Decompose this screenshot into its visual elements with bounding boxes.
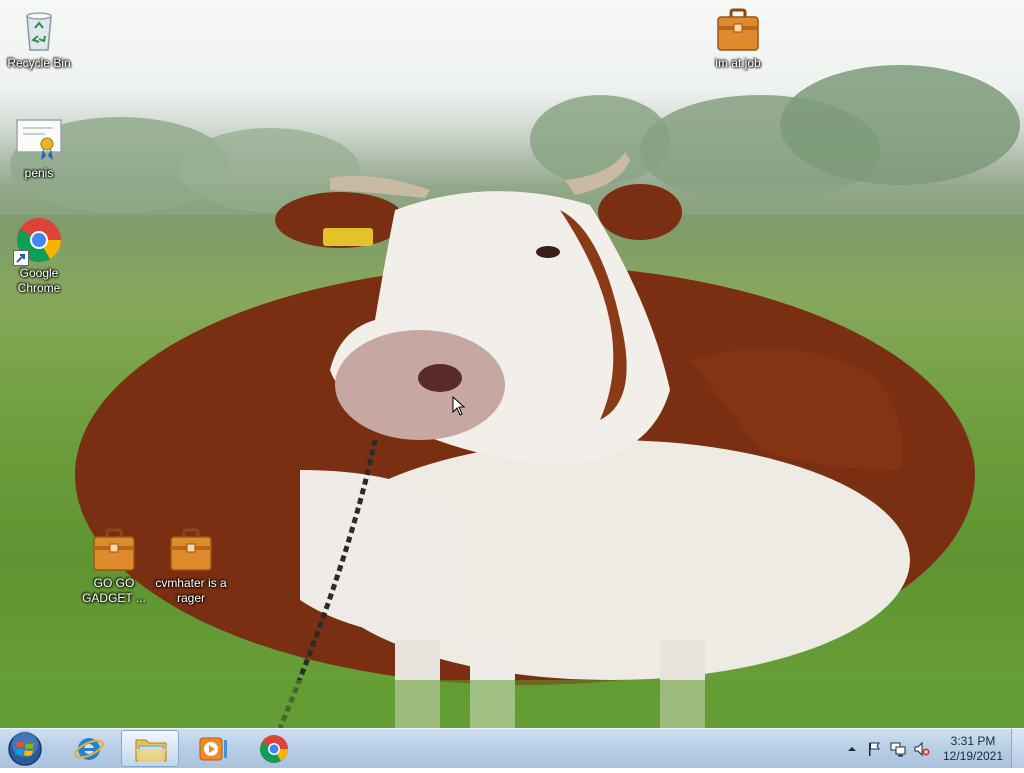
wallpaper-cow xyxy=(75,152,975,728)
volume-muted-icon xyxy=(914,741,930,757)
briefcase-icon xyxy=(90,526,138,574)
clock-date: 12/19/2021 xyxy=(942,749,1004,763)
desktop[interactable]: Recycle Bin penis Google Chrome im at jo… xyxy=(0,0,1024,728)
network-icon xyxy=(890,742,906,757)
taskbar: 3:31 PM 12/19/2021 xyxy=(0,728,1024,768)
taskbar-google-chrome[interactable] xyxy=(245,730,303,767)
taskbar-internet-explorer[interactable] xyxy=(60,730,118,767)
desktop-icon-label: cvmhater is a rager xyxy=(155,576,227,605)
show-desktop-button[interactable] xyxy=(1011,729,1024,768)
mouse-cursor-icon xyxy=(452,396,466,416)
clock-time: 3:31 PM xyxy=(950,734,996,748)
taskbar-windows-media-player[interactable] xyxy=(182,730,240,767)
chrome-icon xyxy=(13,216,63,266)
show-hidden-icons-arrow-icon xyxy=(848,747,856,751)
action-center-tray-icon[interactable] xyxy=(866,741,882,757)
taskbar-windows-explorer[interactable] xyxy=(121,730,179,767)
show-hidden-icons-button[interactable] xyxy=(844,741,860,757)
desktop-icon-label: im at job xyxy=(715,56,761,70)
desktop-icon-go-go-gadget[interactable]: GO GO GADGET ... xyxy=(76,526,152,606)
desktop-icon-im-at-job[interactable]: im at job xyxy=(700,6,776,71)
wallpaper-cow-image xyxy=(0,65,1024,728)
desktop-icon-label: Recycle Bin xyxy=(7,56,71,70)
desktop-icon-label: Google Chrome xyxy=(17,266,61,295)
recycle-bin-icon xyxy=(15,6,63,54)
action-center-flag-icon xyxy=(869,742,880,756)
briefcase-icon xyxy=(714,6,762,54)
desktop-icon-penis[interactable]: penis xyxy=(1,116,77,181)
chrome-icon xyxy=(260,735,288,763)
media-player-icon xyxy=(199,737,227,761)
desktop-icon-cvmhater[interactable]: cvmhater is a rager xyxy=(153,526,229,606)
wallpaper-grass xyxy=(0,680,1024,728)
certificate-icon xyxy=(15,116,63,164)
desktop-icon-google-chrome[interactable]: Google Chrome xyxy=(1,216,77,296)
desktop-icon-label: GO GO GADGET ... xyxy=(82,576,146,605)
shortcut-arrow-icon xyxy=(13,250,29,266)
internet-explorer-icon xyxy=(74,738,104,760)
windows-start-orb-icon xyxy=(8,731,42,766)
taskbar-clock[interactable]: 3:31 PM 12/19/2021 xyxy=(932,734,1014,764)
network-tray-icon[interactable] xyxy=(890,741,906,757)
folder-icon xyxy=(135,739,167,762)
desktop-icon-label: penis xyxy=(24,166,54,180)
start-button[interactable] xyxy=(6,731,44,767)
desktop-icon-recycle-bin[interactable]: Recycle Bin xyxy=(1,6,77,71)
volume-tray-icon[interactable] xyxy=(914,741,930,757)
briefcase-icon xyxy=(167,526,215,574)
